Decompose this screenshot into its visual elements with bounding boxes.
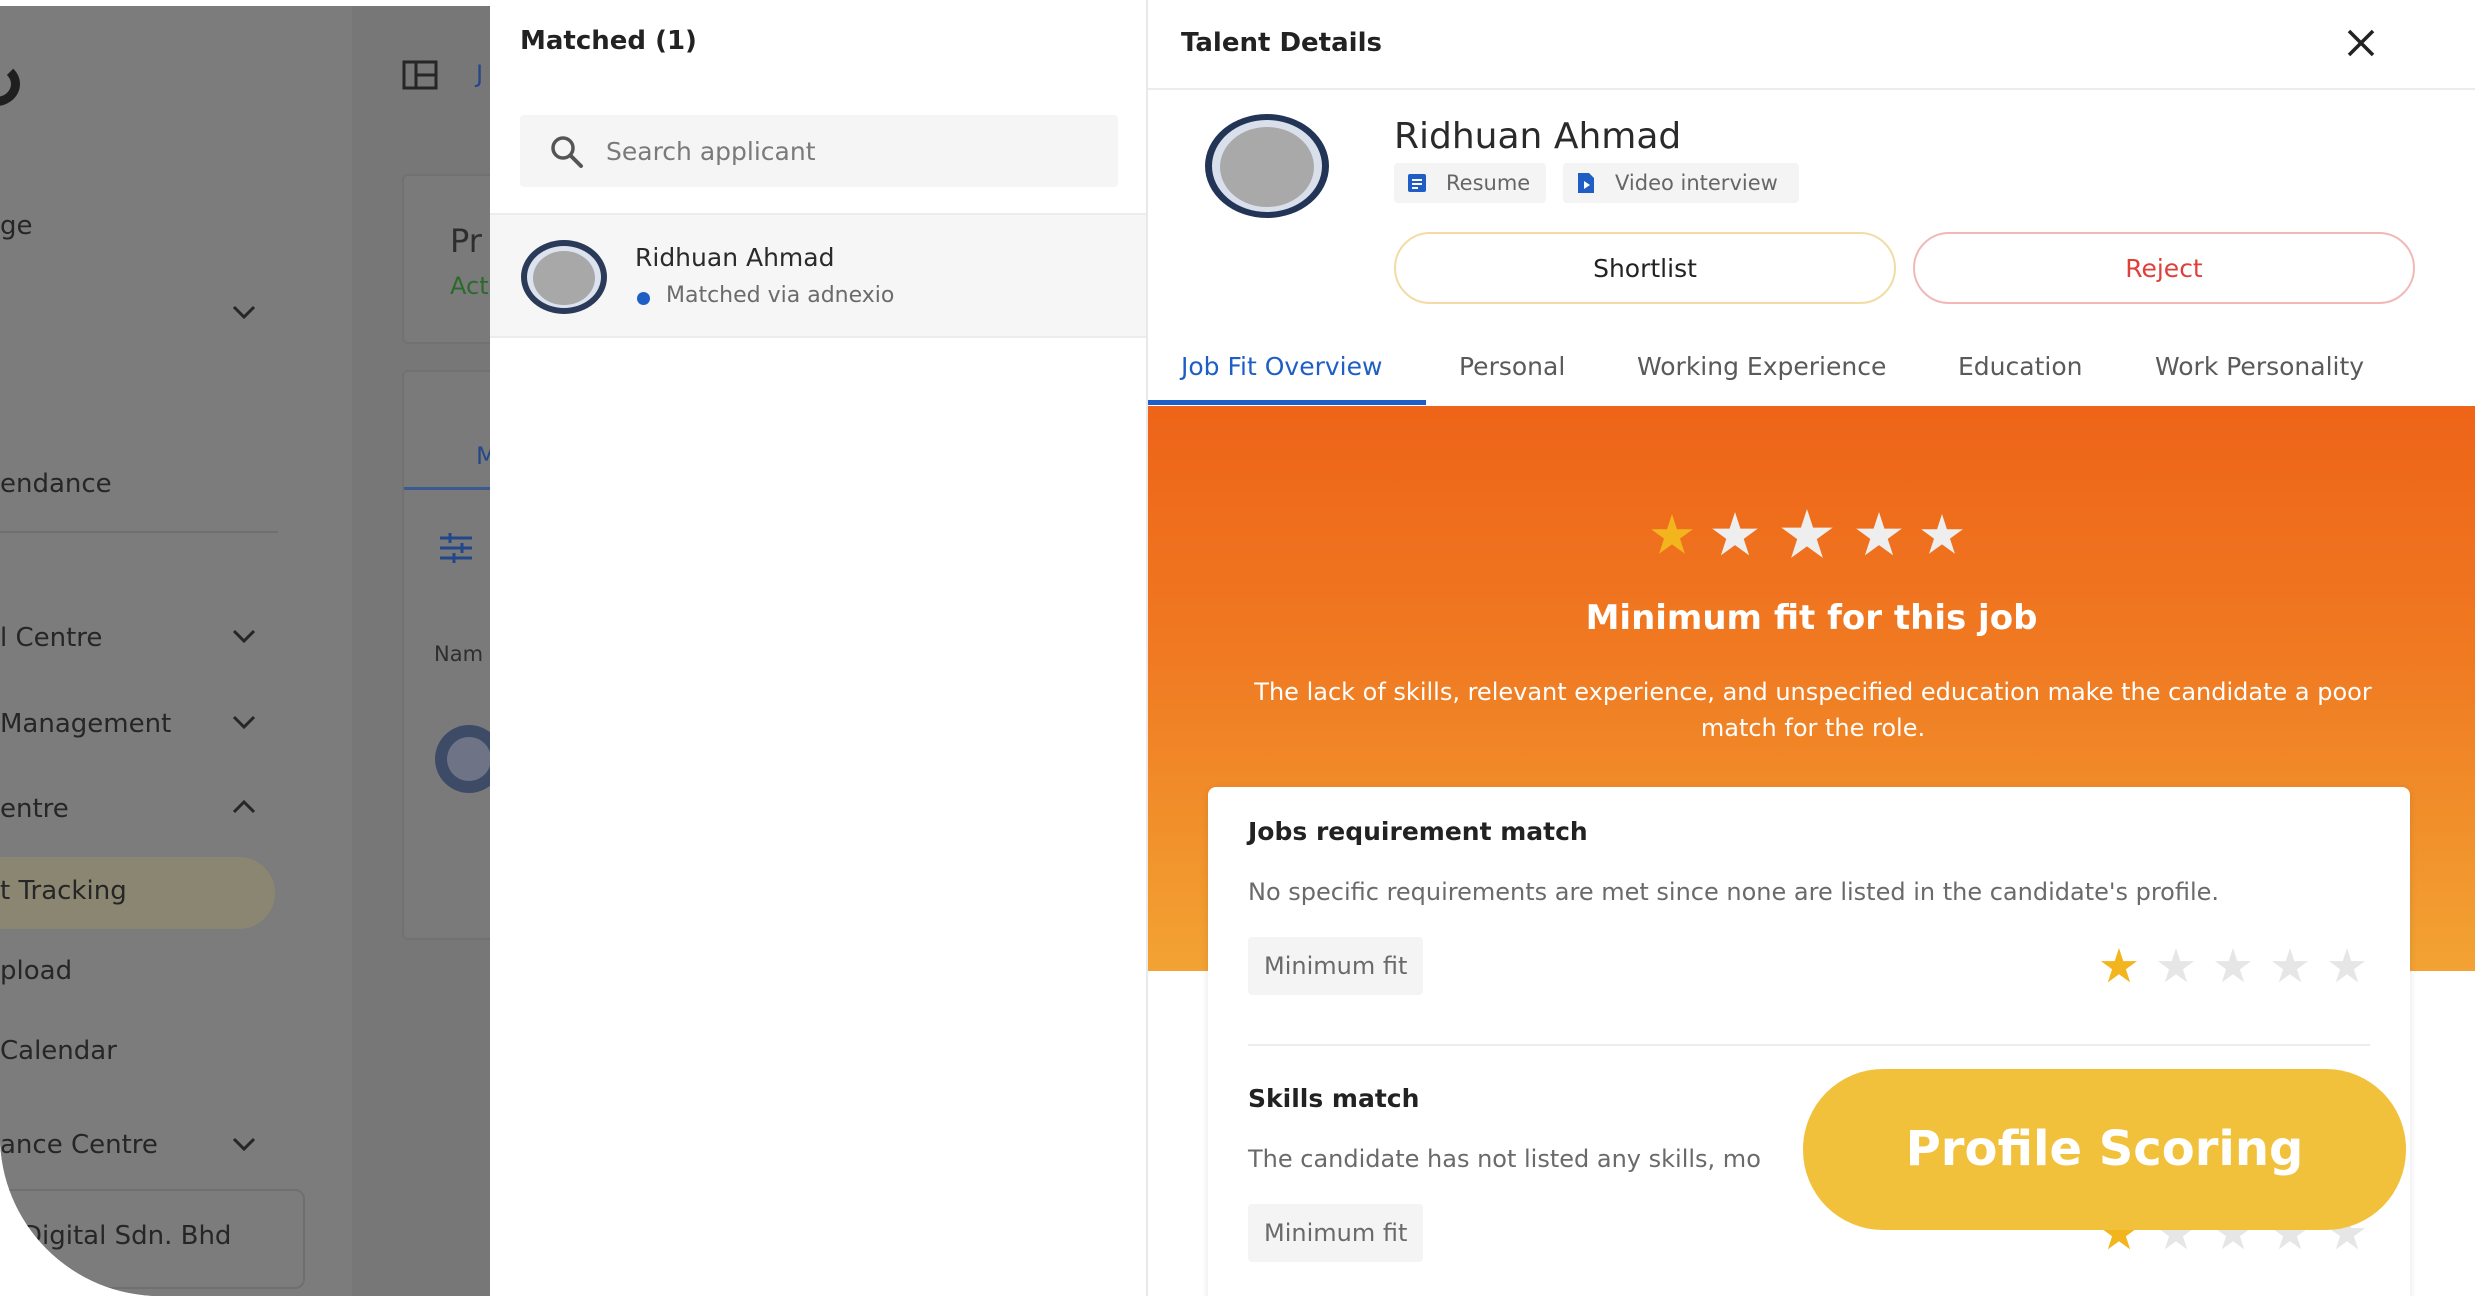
- column-fragment: Nam: [434, 642, 484, 666]
- fit-tag: Minimum fit: [1248, 1204, 1424, 1262]
- active-tab-indicator: [1148, 400, 1426, 405]
- talent-name: Ridhuan Ahmad: [1394, 116, 1682, 157]
- section-description: The candidate has not listed any skills,…: [1248, 1145, 1761, 1173]
- search-icon: [551, 136, 583, 168]
- chevron-up-icon: [232, 799, 256, 814]
- resume-link[interactable]: Resume: [1394, 163, 1546, 203]
- tab-fragment: M: [476, 442, 490, 470]
- sidebar-item-8: Calendar: [0, 1036, 117, 1066]
- tab-education[interactable]: Education: [1958, 352, 2082, 381]
- background-main: J Pr Act M Nam: [352, 6, 490, 1296]
- search-input[interactable]: [606, 131, 1096, 171]
- fit-tag: Minimum fit: [1248, 937, 1424, 995]
- sidebar-item-4: Management: [0, 709, 172, 739]
- close-icon[interactable]: [2344, 26, 2378, 60]
- section-title: Skills match: [1248, 1084, 1420, 1113]
- avatar: [435, 725, 490, 793]
- tab-work-personality[interactable]: Work Personality: [2155, 352, 2364, 381]
- tab-job-fit-overview[interactable]: Job Fit Overview: [1181, 352, 1382, 381]
- section-title: Jobs requirement match: [1248, 817, 1588, 846]
- background-app-overlay[interactable]: ge endance l Centre Management entre t T…: [0, 6, 490, 1296]
- talent-header: Talent Details: [1148, 0, 2475, 90]
- header-fragment: J: [476, 60, 484, 88]
- sidebar-item-2: endance: [0, 469, 112, 499]
- resume-label: Resume: [1446, 171, 1531, 195]
- talent-tabs: Job Fit Overview Personal Working Experi…: [1148, 340, 2475, 406]
- video-file-icon: [1578, 173, 1594, 193]
- logo-icon: [0, 62, 20, 106]
- sidebar-item-5: entre: [0, 794, 69, 824]
- tab-working-experience[interactable]: Working Experience: [1637, 352, 1886, 381]
- sidebar-item-3: l Centre: [0, 623, 103, 653]
- document-icon: [1408, 174, 1426, 192]
- matched-title: Matched (1): [520, 26, 697, 56]
- avatar: [521, 240, 607, 314]
- card-status-fragment: Act: [450, 272, 489, 300]
- applicant-source: Matched via adnexio: [666, 283, 895, 308]
- search-box[interactable]: [520, 115, 1118, 187]
- video-interview-label: Video interview: [1615, 171, 1778, 195]
- sidebar-item-7: pload: [0, 956, 73, 986]
- overall-rating: [1148, 506, 2475, 566]
- talent-avatar: [1205, 114, 1329, 218]
- filter-icon: [440, 533, 472, 563]
- status-dot: [637, 292, 650, 305]
- background-table-card: M Nam: [402, 370, 490, 940]
- company-name: Digital Sdn. Bhd: [22, 1221, 232, 1251]
- video-interview-link[interactable]: Video interview: [1563, 163, 1799, 203]
- chevron-down-icon: [232, 1137, 256, 1152]
- sidebar-item-1: ge: [0, 211, 33, 241]
- shortlist-button[interactable]: Shortlist: [1394, 232, 1896, 304]
- background-sidebar: ge endance l Centre Management entre t T…: [0, 6, 352, 1296]
- screen: ge endance l Centre Management entre t T…: [0, 0, 2475, 1296]
- reject-button[interactable]: Reject: [1913, 232, 2415, 304]
- section-star-rating-icon: [2100, 948, 2366, 983]
- star-rating-icon: [1650, 509, 1963, 558]
- applicant-list-item[interactable]: Ridhuan Ahmad Matched via adnexio: [490, 213, 1146, 338]
- layout-icon: [402, 60, 438, 90]
- background-card: Pr Act: [402, 174, 490, 344]
- card-title-fragment: Pr: [450, 222, 482, 260]
- applicant-name: Ridhuan Ahmad: [635, 243, 835, 272]
- section-divider: [1248, 1044, 2370, 1046]
- fit-description: The lack of skills, relevant experience,…: [1254, 678, 2372, 742]
- tab-personal[interactable]: Personal: [1459, 352, 1565, 381]
- fit-title: Minimum fit for this job: [1585, 598, 2038, 638]
- profile-scoring-callout: Profile Scoring: [1803, 1069, 2406, 1230]
- chevron-down-icon: [232, 305, 256, 320]
- matched-panel: Matched (1) Ridhuan Ahmad Matched via ad…: [490, 0, 1148, 1296]
- sidebar-item-9: ance Centre: [0, 1130, 158, 1160]
- company-selector: Digital Sdn. Bhd: [0, 1189, 305, 1289]
- sidebar-divider: [0, 531, 278, 533]
- chevron-down-icon: [232, 629, 256, 644]
- section-description: No specific requirements are met since n…: [1248, 878, 2220, 906]
- chevron-down-icon: [232, 715, 256, 730]
- panel-title: Talent Details: [1181, 28, 1382, 58]
- sidebar-item-6: t Tracking: [0, 876, 127, 906]
